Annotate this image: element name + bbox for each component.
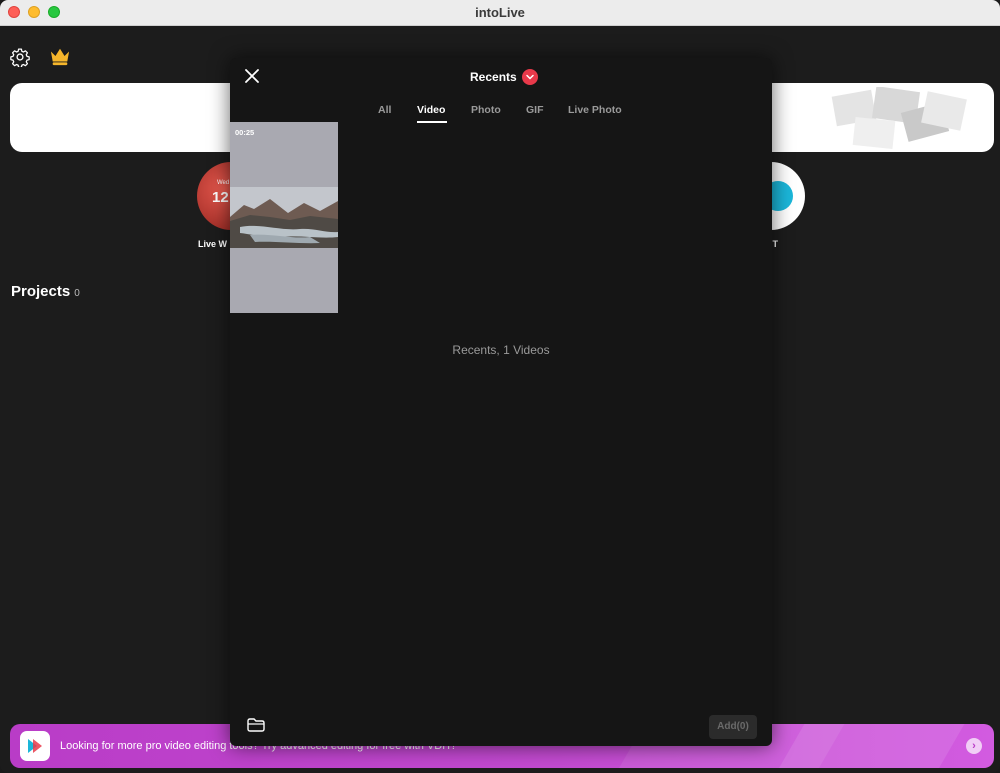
projects-heading: Projects 0: [11, 283, 80, 300]
photos-illustration: [831, 87, 967, 150]
video-thumbnail[interactable]: 00:25: [230, 122, 338, 313]
gear-icon[interactable]: [10, 47, 30, 67]
video-preview-image: [230, 187, 338, 248]
active-tab-indicator: [417, 121, 447, 123]
projects-label: Projects: [11, 283, 71, 300]
close-icon[interactable]: [244, 68, 260, 84]
media-picker-dialog: Recents All Video Photo GIF Live Photo 0…: [230, 58, 772, 746]
video-duration: 00:25: [235, 128, 255, 137]
feature-number: 12: [212, 189, 229, 206]
app-window: intoLive Wed 12 Live W IT Projects 0 Loo…: [0, 0, 1000, 773]
tab-gif[interactable]: GIF: [526, 104, 544, 116]
promo-decoration: [769, 724, 971, 768]
album-summary: Recents, 1 Videos: [452, 343, 550, 357]
tab-live-photo[interactable]: Live Photo: [568, 104, 622, 116]
tab-photo[interactable]: Photo: [471, 104, 501, 116]
window-title: intoLive: [475, 5, 525, 20]
vdit-logo-icon: [20, 731, 50, 761]
feature-date: Wed: [217, 180, 230, 186]
tab-all[interactable]: All: [378, 104, 391, 116]
chevron-down-icon: [526, 74, 534, 80]
folder-icon[interactable]: [247, 718, 265, 732]
add-button[interactable]: Add(0): [709, 715, 757, 739]
album-dropdown-button[interactable]: [522, 69, 538, 85]
projects-count: 0: [74, 288, 80, 299]
title-bar: intoLive: [0, 0, 1000, 26]
tab-video[interactable]: Video: [417, 104, 445, 116]
feature-label: Live W: [198, 239, 228, 249]
album-title[interactable]: Recents: [470, 70, 517, 84]
chevron-right-icon[interactable]: ›: [966, 738, 982, 754]
media-type-tabs: All Video Photo GIF Live Photo: [230, 104, 772, 124]
crown-icon[interactable]: [49, 46, 71, 66]
